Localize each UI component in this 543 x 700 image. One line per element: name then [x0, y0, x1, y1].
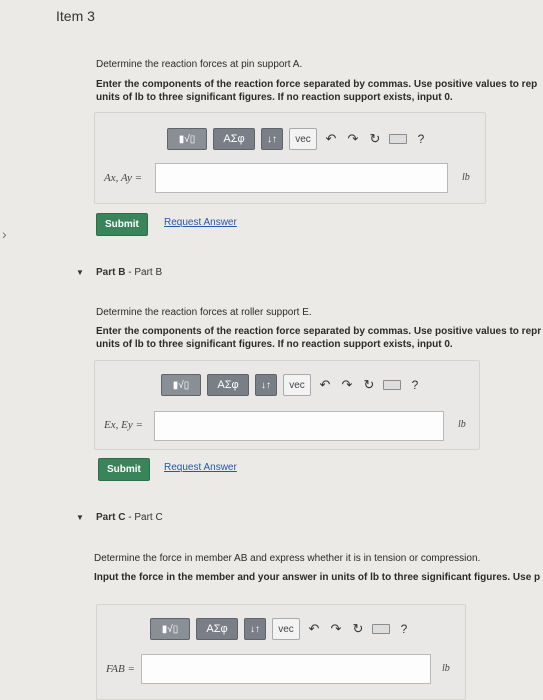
part-a-instructions-line2: units of lb to three significant figures… [96, 92, 453, 103]
part-a-toolbar: ▮√▯ ΑΣφ ↓↑ vec ↶ ↷ ↻ ? [167, 128, 429, 150]
part-b-header-label: Part B [96, 267, 126, 278]
undo-icon[interactable]: ↶ [323, 131, 339, 147]
templates-button[interactable]: ▮√▯ [150, 618, 190, 640]
chevron-right-icon[interactable]: › [2, 226, 7, 242]
part-a-unit: lb [462, 172, 470, 183]
part-a-answer-input[interactable] [155, 163, 448, 193]
vec-button[interactable]: vec [272, 618, 300, 640]
templates-button[interactable]: ▮√▯ [161, 374, 201, 396]
subscript-button[interactable]: ↓↑ [261, 128, 283, 150]
help-icon[interactable]: ? [407, 378, 423, 392]
part-c-unit: lb [442, 663, 450, 674]
part-c-instructions: Input the force in the member and your a… [94, 571, 540, 584]
collapse-triangle-icon[interactable]: ▼ [76, 268, 84, 277]
keyboard-icon[interactable] [383, 380, 401, 390]
part-c-answer-label: FAB = [106, 663, 135, 675]
part-a-instructions-line1: Enter the components of the reaction for… [96, 79, 538, 90]
part-b-unit: lb [458, 419, 466, 430]
subscript-button[interactable]: ↓↑ [244, 618, 266, 640]
reset-icon[interactable]: ↻ [367, 131, 383, 147]
part-b-header-title: - Part B [125, 267, 163, 278]
part-b-instructions: Enter the components of the reaction for… [96, 325, 541, 351]
part-c-header-title: - Part C [125, 512, 163, 523]
part-b-prompt: Determine the reaction forces at roller … [96, 307, 312, 318]
vec-button[interactable]: vec [289, 128, 317, 150]
part-b-header[interactable]: ▼ Part B - Part B [76, 267, 163, 278]
redo-icon[interactable]: ↷ [328, 621, 344, 637]
collapse-triangle-icon[interactable]: ▼ [76, 513, 84, 522]
reset-icon[interactable]: ↻ [350, 621, 366, 637]
part-b-instructions-line2: units of lb to three significant figures… [96, 339, 453, 350]
part-c-header-label: Part C [96, 512, 126, 523]
item-title: Item 3 [56, 8, 95, 24]
part-a-answer-label: Ax, Ay = [104, 172, 143, 184]
part-a-request-answer-link[interactable]: Request Answer [164, 217, 237, 228]
help-icon[interactable]: ? [413, 132, 429, 146]
undo-icon[interactable]: ↶ [317, 377, 333, 393]
greek-symbols-button[interactable]: ΑΣφ [213, 128, 255, 150]
part-a-submit-button[interactable]: Submit [96, 213, 148, 236]
keyboard-icon[interactable] [389, 134, 407, 144]
help-icon[interactable]: ? [396, 622, 412, 636]
undo-icon[interactable]: ↶ [306, 621, 322, 637]
vec-button[interactable]: vec [283, 374, 311, 396]
part-c-prompt: Determine the force in member AB and exp… [94, 553, 481, 564]
keyboard-icon[interactable] [372, 624, 390, 634]
part-b-submit-button[interactable]: Submit [98, 458, 150, 481]
part-c-answer-input[interactable] [141, 654, 431, 684]
part-a-instructions: Enter the components of the reaction for… [96, 78, 537, 104]
part-c-header[interactable]: ▼ Part C - Part C [76, 512, 163, 523]
part-c-instructions-line1: Input the force in the member and your a… [94, 572, 541, 583]
part-b-answer-label: Ex, Ey = [104, 419, 143, 431]
templates-button[interactable]: ▮√▯ [167, 128, 207, 150]
part-b-instructions-line1: Enter the components of the reaction for… [96, 326, 542, 337]
part-b-answer-input[interactable] [154, 411, 444, 441]
greek-symbols-button[interactable]: ΑΣφ [196, 618, 238, 640]
reset-icon[interactable]: ↻ [361, 377, 377, 393]
part-b-request-answer-link[interactable]: Request Answer [164, 462, 237, 473]
greek-symbols-button[interactable]: ΑΣφ [207, 374, 249, 396]
redo-icon[interactable]: ↷ [345, 131, 361, 147]
subscript-button[interactable]: ↓↑ [255, 374, 277, 396]
redo-icon[interactable]: ↷ [339, 377, 355, 393]
part-a-prompt: Determine the reaction forces at pin sup… [96, 59, 303, 70]
part-b-toolbar: ▮√▯ ΑΣφ ↓↑ vec ↶ ↷ ↻ ? [161, 374, 423, 396]
part-c-toolbar: ▮√▯ ΑΣφ ↓↑ vec ↶ ↷ ↻ ? [150, 618, 412, 640]
